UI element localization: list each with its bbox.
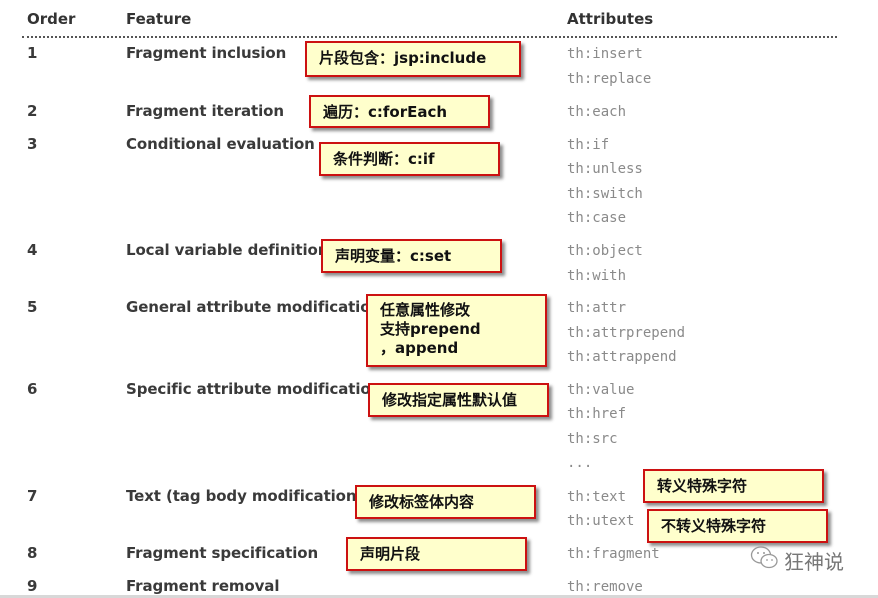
row-feature: Fragment removal bbox=[126, 577, 280, 595]
row-order: 6 bbox=[27, 380, 38, 398]
row-order: 9 bbox=[27, 577, 38, 595]
row-attribute: th:case bbox=[567, 210, 627, 226]
row-attribute: ... bbox=[567, 455, 593, 471]
row-order: 4 bbox=[27, 241, 38, 259]
annotation-general-attribute: 任意属性修改 支持prepend ，append bbox=[366, 294, 547, 367]
row-order: 5 bbox=[27, 298, 38, 316]
annotation-text-escape: 转义特殊字符 bbox=[643, 469, 824, 503]
column-header-feature: Feature bbox=[126, 10, 192, 28]
row-feature: Text (tag body modification) bbox=[126, 487, 364, 505]
row-attribute: th:insert bbox=[567, 46, 643, 62]
row-attribute: th:attr bbox=[567, 300, 627, 316]
annotation-utext-no-escape: 不转义特殊字符 bbox=[647, 509, 828, 543]
row-attribute: th:remove bbox=[567, 579, 643, 595]
annotation-conditional: 条件判断：c:if bbox=[319, 142, 500, 176]
row-attribute: th:switch bbox=[567, 186, 643, 202]
row-feature: Local variable definition bbox=[126, 241, 329, 259]
column-header-order: Order bbox=[27, 10, 76, 28]
row-order: 1 bbox=[27, 44, 38, 62]
annotation-fragment-spec: 声明片段 bbox=[346, 537, 527, 571]
row-attribute: th:fragment bbox=[567, 546, 660, 562]
row-feature: Fragment iteration bbox=[126, 102, 284, 120]
annotation-fragment-inclusion: 片段包含：jsp:include bbox=[305, 41, 521, 77]
row-attribute: th:value bbox=[567, 382, 635, 398]
row-feature: Fragment inclusion bbox=[126, 44, 287, 62]
wechat-icon bbox=[750, 545, 780, 576]
row-attribute: th:if bbox=[567, 137, 610, 153]
watermark-text: 狂神说 bbox=[784, 550, 844, 574]
row-attribute: th:utext bbox=[567, 513, 635, 529]
row-order: 7 bbox=[27, 487, 38, 505]
annotation-iteration: 遍历：c:forEach bbox=[309, 95, 490, 128]
row-attribute: th:href bbox=[567, 406, 627, 422]
row-attribute: th:attrappend bbox=[567, 349, 677, 365]
row-feature: General attribute modification bbox=[126, 298, 381, 316]
row-attribute: th:src bbox=[567, 431, 618, 447]
row-attribute: th:replace bbox=[567, 71, 652, 87]
row-order: 8 bbox=[27, 544, 38, 562]
row-attribute: th:each bbox=[567, 104, 627, 120]
row-attribute: th:text bbox=[567, 489, 627, 505]
watermark: 狂神说 bbox=[750, 545, 844, 576]
annotation-local-variable: 声明变量：c:set bbox=[321, 239, 502, 273]
row-feature: Fragment specification bbox=[126, 544, 319, 562]
annotation-specific-attribute: 修改指定属性默认值 bbox=[368, 383, 549, 417]
row-order: 3 bbox=[27, 135, 38, 153]
row-order: 2 bbox=[27, 102, 38, 120]
row-feature: Conditional evaluation bbox=[126, 135, 315, 153]
annotation-text-body: 修改标签体内容 bbox=[355, 485, 536, 519]
column-header-attributes: Attributes bbox=[567, 10, 654, 28]
row-feature: Specific attribute modification bbox=[126, 380, 382, 398]
header-divider bbox=[22, 36, 837, 38]
row-attribute: th:attrprepend bbox=[567, 325, 686, 341]
row-attribute: th:object bbox=[567, 243, 643, 259]
row-attribute: th:unless bbox=[567, 161, 643, 177]
row-attribute: th:with bbox=[567, 268, 627, 284]
